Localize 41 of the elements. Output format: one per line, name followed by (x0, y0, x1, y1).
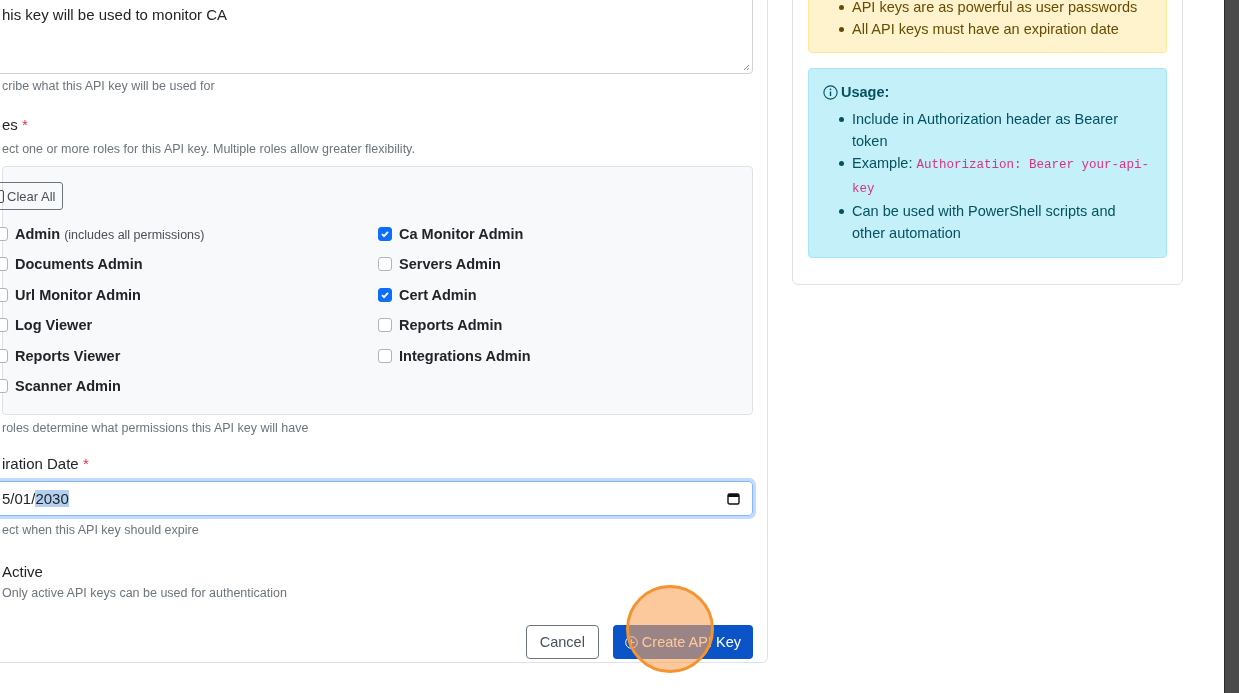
role-label[interactable]: Ca Monitor Admin (399, 225, 524, 242)
cancel-button[interactable]: Cancel (525, 625, 599, 659)
role-label[interactable]: Cert Admin (399, 286, 477, 303)
help-text: cribe what this API key will be used for (2, 79, 216, 93)
help-text: roles determine what permissions this API key will have (2, 421, 310, 435)
clear-all-button[interactable]: Clear All (0, 182, 64, 210)
role-label[interactable]: Reports Viewer (15, 347, 121, 364)
scrollbar[interactable] (1224, 0, 1239, 693)
plus-icon (624, 635, 638, 649)
role-label[interactable]: Admin (includes all permissions) (15, 225, 205, 242)
check-icon (380, 289, 390, 300)
checkbox[interactable] (378, 226, 392, 241)
help-text: Only active API keys can be used for authentication (2, 586, 288, 600)
role-label[interactable]: Servers Admin (399, 256, 501, 273)
info-title: Usage: (841, 84, 890, 100)
checkbox[interactable] (378, 348, 392, 363)
list-item: All API keys must have an expiration date (839, 18, 1166, 40)
info-icon (823, 84, 838, 100)
list-item: Include in Authorization header as Bearer token (839, 108, 1152, 152)
list-item: Can be used with PowerShell scripts and other automation (839, 200, 1152, 244)
list-item: API keys are as powerful as user passwords (839, 0, 1166, 18)
checkbox[interactable] (378, 257, 392, 272)
role-label[interactable]: Scanner Admin (15, 378, 121, 395)
role-label[interactable]: Documents Admin (15, 256, 143, 273)
help-text: ect one or more roles for this API key. Multiple roles allow greater flexibility. (2, 142, 416, 156)
role-label[interactable]: Url Monitor Admin (15, 286, 141, 303)
help-text: ect when this API key should expire (2, 523, 200, 537)
description-field[interactable]: his key will be used to monitor CA (0, 0, 753, 74)
check-icon (380, 228, 390, 239)
resize-grip-icon[interactable] (743, 64, 750, 71)
date-field[interactable]: 5/01/2030 (0, 481, 753, 516)
role-label[interactable]: Log Viewer (15, 317, 93, 334)
checkbox[interactable] (378, 318, 392, 333)
field-label: iration Date * (2, 455, 90, 472)
field-label: es * (2, 116, 29, 133)
list-item: Example: Authorization: Bearer your-api-key (839, 152, 1152, 200)
active-label[interactable]: Active (2, 563, 753, 580)
calendar-icon[interactable] (727, 492, 740, 505)
role-label[interactable]: Reports Admin (399, 317, 503, 334)
checkbox[interactable] (378, 287, 392, 302)
role-label[interactable]: Integrations Admin (399, 347, 531, 364)
